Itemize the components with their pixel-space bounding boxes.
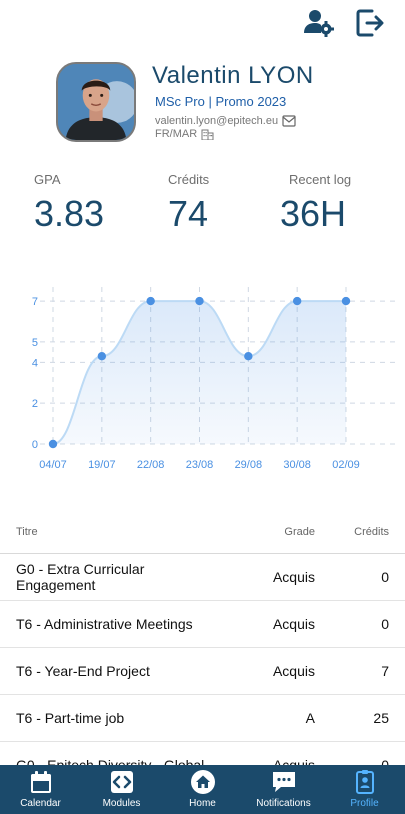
nav-home[interactable]: Home [162, 765, 243, 814]
table-row[interactable]: T6 - Year-End Project Acquis 7 [0, 648, 405, 695]
table-row[interactable]: G0 - Extra Curricular Engagement Acquis … [0, 554, 405, 601]
nav-label: Notifications [256, 798, 311, 809]
modules-table: Titre Grade Crédits G0 - Extra Curricula… [0, 510, 405, 789]
nav-profile[interactable]: Profile [324, 765, 405, 814]
user-settings-button[interactable] [301, 6, 335, 40]
stat-value: 36H [280, 193, 347, 234]
header-credits: Crédits [354, 525, 389, 538]
x-tick-label: 02/09 [332, 459, 360, 471]
stat-label: Crédits [168, 172, 210, 187]
y-tick-label: 2 [32, 398, 38, 410]
badge-icon [355, 770, 374, 794]
profile-location: FR/MAR [155, 128, 198, 140]
stat-recent-log: Recent log 36H [280, 172, 351, 235]
stats-row: GPA 3.83 Crédits 74 Recent log 36H [0, 172, 405, 242]
avatar-image [58, 64, 134, 140]
row-credits: 7 [381, 663, 389, 679]
home-icon [190, 770, 215, 794]
row-grade: Acquis [272, 569, 315, 585]
building-icon [201, 129, 214, 140]
data-point [195, 296, 204, 306]
x-tick-label: 29/08 [235, 459, 263, 471]
data-point [146, 296, 155, 306]
nav-label: Calendar [20, 798, 61, 809]
stat-gpa: GPA 3.83 [34, 172, 104, 235]
row-grade: Acquis [272, 663, 315, 679]
profile-email: valentin.lyon@epitech.eu [155, 115, 279, 127]
stat-credits: Crédits 74 [168, 172, 209, 235]
row-title: T6 - Administrative Meetings [16, 616, 193, 632]
series-area [53, 301, 346, 444]
data-point [97, 352, 107, 361]
profile-name: Valentin LYON [152, 62, 314, 89]
nav-label: Profile [350, 798, 379, 809]
activity-chart-svg: 0 2 4 5 7 04/07 19/07 22/08 23/08 29/08 30/08 02/09 [32, 287, 400, 471]
nav-notifications[interactable]: Notifications [243, 765, 324, 814]
data-point [48, 439, 58, 449]
table-row[interactable]: T6 - Administrative Meetings Acquis 0 [0, 601, 405, 648]
nav-modules[interactable]: Modules [81, 765, 162, 814]
logout-icon [356, 9, 384, 37]
logout-button[interactable] [353, 6, 387, 40]
data-point [244, 352, 253, 361]
row-credits: 0 [381, 616, 389, 632]
table-header: Titre Grade Crédits [0, 510, 405, 554]
row-credits: 0 [381, 569, 389, 585]
stat-label: Recent log [289, 172, 352, 187]
stat-label: GPA [34, 172, 61, 187]
y-tick-label: 5 [32, 337, 38, 349]
bottom-nav: Calendar Modules Home Notifications Prof… [0, 765, 405, 814]
avatar[interactable] [56, 62, 136, 142]
x-tick-label: 19/07 [88, 459, 116, 471]
profile-location-row: FR/MAR [155, 128, 314, 140]
row-grade: Acquis [272, 616, 315, 632]
profile-email-row: valentin.lyon@epitech.eu [155, 115, 314, 127]
row-title: T6 - Part-time job [16, 710, 125, 726]
stat-value: 74 [168, 193, 209, 234]
row-credits: 25 [373, 710, 389, 726]
header-grade: Grade [284, 525, 315, 538]
row-title: G0 - Extra Curricular Engagement [16, 561, 145, 593]
nav-label: Modules [102, 798, 141, 809]
x-tick-label: 22/08 [137, 459, 165, 471]
chat-icon [272, 772, 295, 792]
y-tick-label: 7 [32, 296, 38, 308]
stat-value: 3.83 [34, 193, 105, 234]
user-settings-icon [304, 10, 334, 37]
code-icon [110, 771, 133, 793]
row-title: T6 - Year-End Project [16, 663, 150, 679]
profile-header: Valentin LYON MSc Pro | Promo 2023 valen… [56, 62, 405, 144]
x-tick-label: 04/07 [39, 459, 67, 471]
nav-label: Home [189, 798, 216, 809]
x-tick-label: 30/08 [283, 459, 311, 471]
calendar-icon [30, 771, 51, 793]
data-point [341, 296, 351, 306]
top-actions [301, 6, 387, 40]
table-row[interactable]: T6 - Part-time job A 25 [0, 695, 405, 742]
y-tick-label: 4 [32, 357, 38, 369]
activity-chart: 0 2 4 5 7 04/07 19/07 22/08 23/08 29/08 30/08 02/09 [0, 270, 405, 480]
y-tick-label: 0 [32, 439, 38, 451]
header-title: Titre [16, 525, 38, 538]
nav-calendar[interactable]: Calendar [0, 765, 81, 814]
data-point [292, 296, 302, 306]
row-grade: A [305, 710, 315, 726]
profile-program: MSc Pro | Promo 2023 [155, 94, 287, 109]
x-tick-label: 23/08 [186, 459, 214, 471]
mail-icon [282, 115, 296, 127]
